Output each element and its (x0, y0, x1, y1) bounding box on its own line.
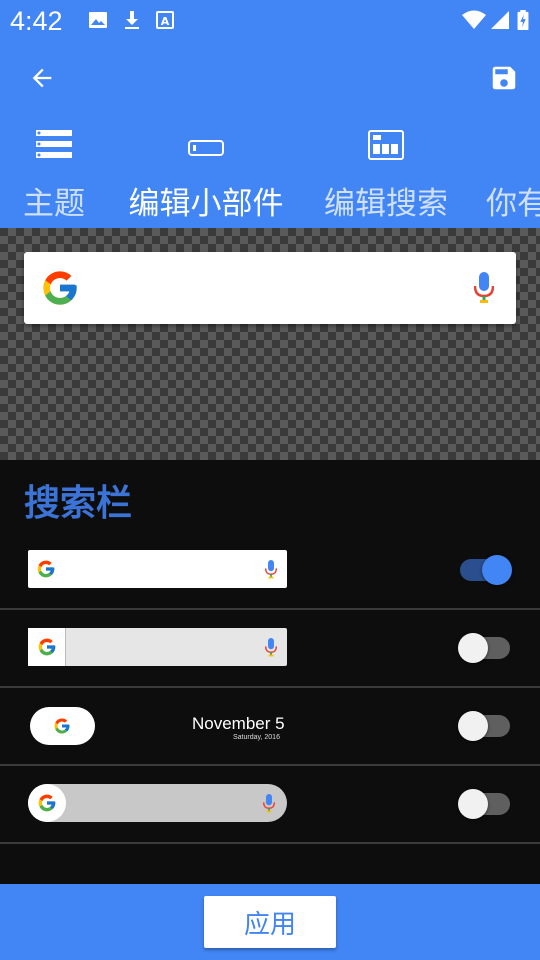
widget-icon (188, 140, 224, 156)
search-style-toggle-2[interactable] (458, 633, 510, 663)
status-bar: 4:42 A (0, 0, 540, 44)
apply-button[interactable]: 应用 (204, 896, 336, 948)
mic-icon (265, 638, 277, 657)
search-style-row-3: November 5 Saturday, 2016 (0, 688, 540, 766)
tab-theme[interactable]: 主题 (14, 126, 94, 226)
date-sub-text: Saturday, 2016 (233, 734, 280, 741)
search-style-row-1 (0, 532, 540, 610)
signal-icon (491, 11, 509, 29)
g-circle (28, 784, 66, 822)
toggle-knob (458, 789, 488, 819)
search-style-row-2 (0, 610, 540, 688)
mic-icon[interactable] (474, 272, 494, 304)
date-main-text: November 5 (192, 714, 285, 733)
search-style-preview-rounded[interactable] (28, 784, 287, 822)
bottom-bar: 应用 (0, 884, 540, 960)
search-style-row-4 (0, 766, 540, 844)
toggle-knob (458, 633, 488, 663)
search-style-preview-white[interactable] (28, 550, 287, 588)
wifi-icon (462, 10, 486, 29)
google-g-icon (37, 560, 55, 578)
mic-icon (265, 560, 277, 579)
toggle-knob (458, 711, 488, 741)
search-style-toggle-3[interactable] (458, 711, 510, 741)
search-style-toggle-4[interactable] (458, 789, 510, 819)
battery-icon (517, 10, 529, 30)
list-icon (36, 130, 72, 158)
tab-theme-label: 主题 (23, 186, 85, 222)
mic-icon (263, 794, 275, 813)
app-bar: 主题 编辑小部件 编辑搜索 你有 (0, 44, 540, 228)
tab-more-label: 你有 (486, 186, 540, 222)
search-style-toggle-1[interactable] (460, 555, 512, 585)
arrow-back-icon (32, 68, 52, 88)
tab-edit-search-label: 编辑搜索 (324, 186, 448, 222)
download-icon (125, 11, 139, 29)
search-style-preview-grey[interactable] (28, 628, 287, 666)
save-button[interactable] (484, 58, 524, 98)
google-g-icon (43, 271, 77, 305)
search-layout-icon (368, 130, 404, 160)
svg-text:A: A (161, 15, 170, 28)
text-a-icon: A (156, 11, 174, 29)
tab-edit-search[interactable]: 编辑搜索 (318, 126, 454, 226)
search-style-preview-pill[interactable] (30, 707, 95, 745)
g-box (28, 628, 66, 666)
tab-more[interactable]: 你有 (484, 126, 540, 226)
section-title: 搜索栏 (24, 483, 133, 524)
tab-edit-widget-label: 编辑小部件 (128, 186, 284, 222)
status-time: 4:42 (10, 6, 63, 36)
preview-search-bar[interactable] (24, 252, 516, 324)
widget-preview (0, 228, 540, 460)
search-bar-options: 搜索栏 November 5 Saturday, 2016 (0, 460, 540, 884)
back-button[interactable] (22, 58, 62, 98)
app-screen: 4:42 A 主题 编辑小部件 编辑搜索 你有 搜索栏 November 5 S… (0, 0, 540, 960)
toggle-knob (482, 555, 512, 585)
image-icon (89, 12, 107, 28)
google-g-icon (38, 794, 56, 812)
tab-edit-widget[interactable]: 编辑小部件 (122, 126, 290, 226)
google-g-icon (54, 718, 70, 734)
save-icon (492, 66, 516, 90)
google-g-icon (38, 638, 56, 656)
